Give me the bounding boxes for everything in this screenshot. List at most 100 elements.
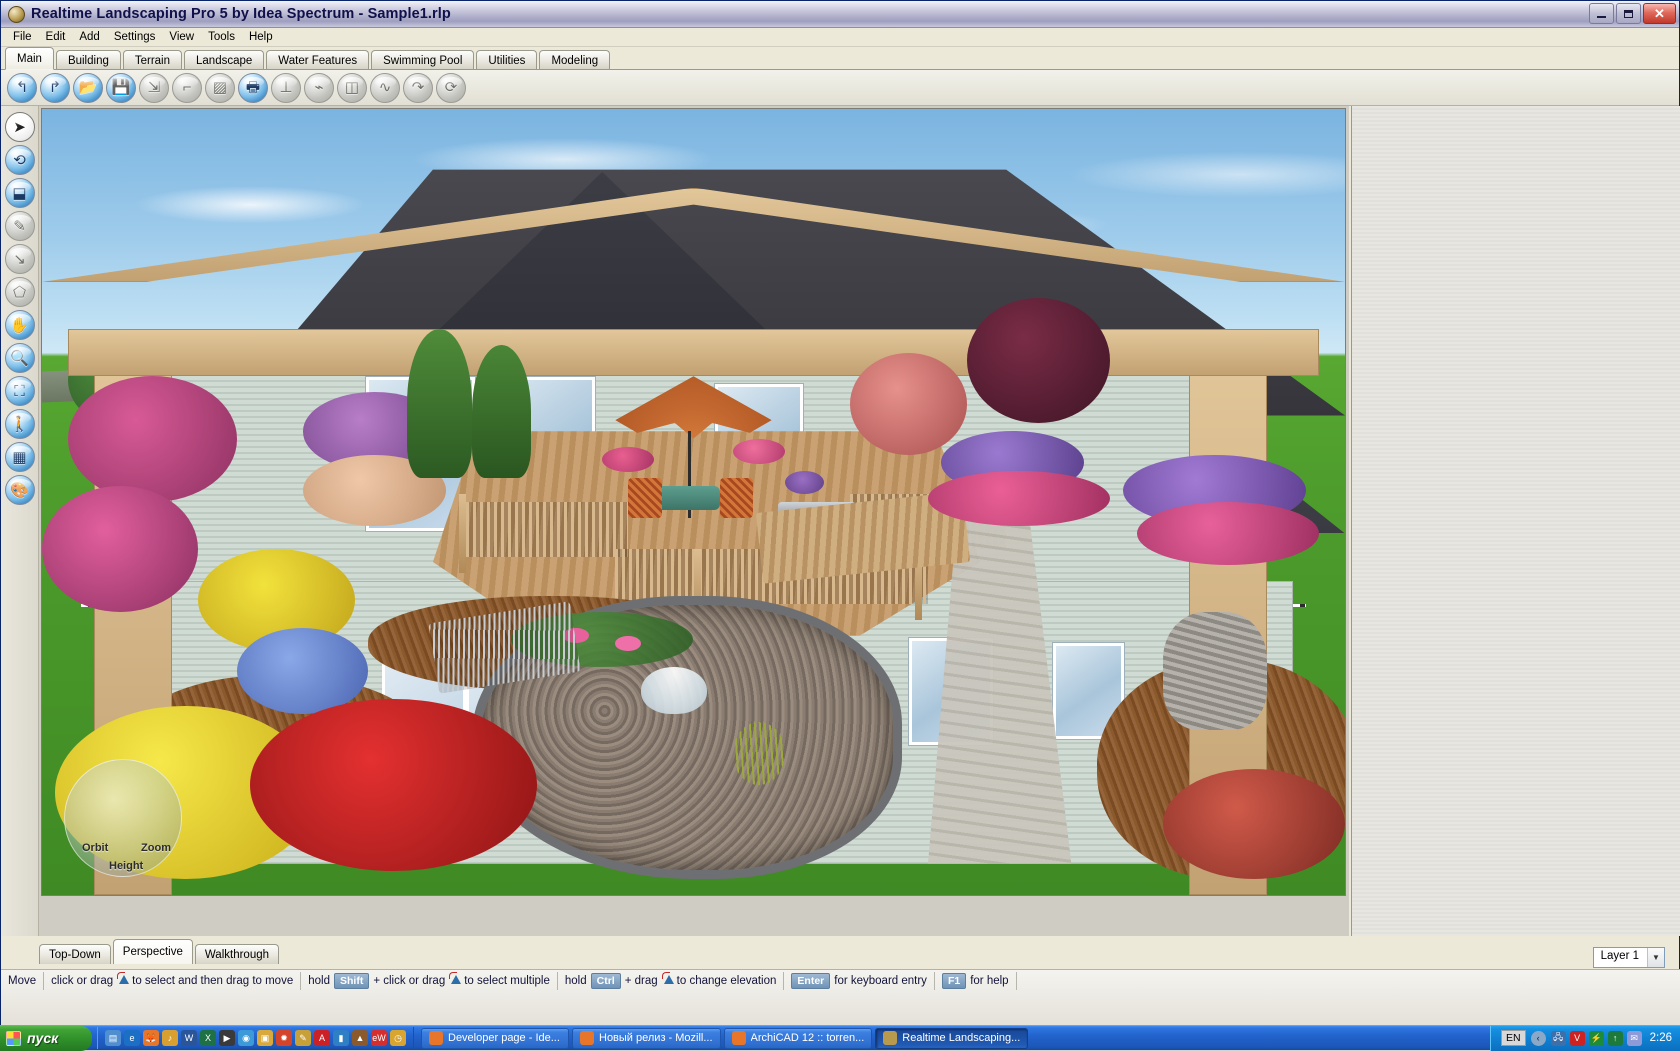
taskbar-clock[interactable]: 2:26 bbox=[1650, 1032, 1672, 1044]
eraser-tool-icon: ▨ bbox=[212, 79, 228, 96]
tab-swimming-pool[interactable]: Swimming Pool bbox=[371, 50, 475, 70]
acrobat-icon[interactable]: A bbox=[314, 1030, 330, 1046]
flower-planter bbox=[732, 439, 785, 465]
tab-utilities[interactable]: Utilities bbox=[476, 50, 538, 70]
eraser-tool-button: ▨ bbox=[205, 72, 235, 103]
undo-icon: ↰ bbox=[15, 79, 29, 96]
word-icon[interactable]: W bbox=[181, 1030, 197, 1046]
taskbar-button-label: Developer page - Ide... bbox=[448, 1032, 560, 1044]
print-icon: 🖶 bbox=[245, 79, 261, 96]
mouse-cursor-icon bbox=[449, 971, 462, 988]
ebay-icon[interactable]: eW bbox=[371, 1030, 387, 1046]
tab-modeling[interactable]: Modeling bbox=[539, 50, 611, 70]
winamp-icon[interactable]: ◉ bbox=[238, 1030, 254, 1046]
walk-navigate-button[interactable]: 🚶 bbox=[4, 409, 35, 439]
tab-landscape[interactable]: Landscape bbox=[184, 50, 265, 70]
menu-item-file[interactable]: File bbox=[6, 29, 39, 45]
network-icon[interactable]: 🖧 bbox=[1550, 1030, 1566, 1046]
picture-icon[interactable]: ▲ bbox=[352, 1030, 368, 1046]
menu-item-view[interactable]: View bbox=[162, 29, 201, 45]
close-button[interactable]: ✕ bbox=[1643, 3, 1676, 24]
patio-chair[interactable] bbox=[719, 478, 754, 518]
mirror-button: ◫ bbox=[337, 72, 367, 103]
view-tab-perspective[interactable]: Perspective bbox=[112, 939, 193, 964]
view-tab-top-down[interactable]: Top-Down bbox=[39, 944, 111, 964]
firefox-icon[interactable]: 🦊 bbox=[143, 1030, 159, 1046]
select-arrow-button[interactable]: ➤ bbox=[4, 112, 35, 142]
pond-fountain[interactable] bbox=[641, 667, 707, 715]
line-draw-button: ↘ bbox=[4, 244, 35, 274]
chevron-down-icon[interactable]: ▼ bbox=[1647, 948, 1664, 967]
rotate-view-button[interactable]: ⟲ bbox=[4, 145, 35, 175]
mail-icon[interactable]: ✉ bbox=[1626, 1030, 1642, 1046]
play-icon[interactable]: ▶ bbox=[219, 1030, 235, 1046]
patio-chair[interactable] bbox=[628, 478, 663, 518]
clock-icon[interactable]: ◷ bbox=[390, 1030, 406, 1046]
layer-dropdown[interactable]: Layer 1 ▼ bbox=[1592, 947, 1665, 968]
navigation-widget[interactable]: Orbit Zoom Height bbox=[64, 759, 182, 877]
key-cap-enter: Enter bbox=[791, 973, 831, 989]
undo-button[interactable]: ↰ bbox=[7, 72, 37, 103]
tab-main[interactable]: Main bbox=[5, 47, 54, 70]
tools-sidebar: ➤ ⟲ ⬓ ✎ ↘ ⬠ ✋ 🔍 ⛶ 🚶 ▦ 🎨 bbox=[1, 106, 39, 936]
menu-item-add[interactable]: Add bbox=[72, 29, 106, 45]
design-viewport-3d[interactable]: Orbit Zoom Height bbox=[41, 108, 1346, 896]
terrain-grid-icon: ▦ bbox=[12, 448, 27, 466]
tab-water-features[interactable]: Water Features bbox=[266, 50, 370, 70]
language-indicator[interactable]: EN bbox=[1501, 1030, 1526, 1046]
red-flower-bed bbox=[250, 698, 538, 872]
save-project-button[interactable]: 💾 bbox=[106, 72, 136, 103]
start-button[interactable]: пуск bbox=[0, 1025, 92, 1051]
menu-item-help[interactable]: Help bbox=[242, 29, 280, 45]
redo-button[interactable]: ↱ bbox=[40, 72, 70, 103]
taskbar-button[interactable]: Developer page - Ide... bbox=[421, 1027, 569, 1049]
status-hint-2: hold Ctrl + drag to change elevation bbox=[558, 971, 785, 990]
rotate-view-icon: ⟲ bbox=[13, 151, 26, 169]
updates-icon[interactable]: ↑ bbox=[1607, 1030, 1623, 1046]
patio-table[interactable] bbox=[654, 486, 720, 510]
taskbar-button[interactable]: ArchiCAD 12 :: torren... bbox=[723, 1027, 873, 1049]
app-globe-icon bbox=[883, 1031, 898, 1045]
internet-explorer-icon[interactable]: e bbox=[124, 1030, 140, 1046]
view-tab-walkthrough[interactable]: Walkthrough bbox=[194, 944, 280, 964]
hint-text: for help bbox=[970, 975, 1009, 987]
mouse-cursor-icon bbox=[661, 971, 674, 988]
show-desktop-icon[interactable]: ▤ bbox=[105, 1030, 121, 1046]
show-hidden-icons-icon[interactable]: ‹ bbox=[1530, 1030, 1546, 1046]
properties-panel bbox=[1351, 106, 1680, 936]
main-toolbar: ↰ ↱ 📂 💾 ⇲ ⌐ ▨ 🖶 ⊥ ⌁ ◫ ∿ ↷ ⟳ bbox=[1, 70, 1679, 106]
windows-flag-icon bbox=[6, 1030, 21, 1046]
scale-object-button[interactable]: ⬓ bbox=[4, 178, 35, 208]
antivirus-icon[interactable]: V bbox=[1569, 1030, 1585, 1046]
open-project-button[interactable]: 📂 bbox=[73, 72, 103, 103]
window-controls: ✕ bbox=[1589, 3, 1676, 24]
tab-terrain[interactable]: Terrain bbox=[122, 50, 183, 70]
blue-flower-bed bbox=[237, 627, 368, 715]
star-icon[interactable]: ✹ bbox=[276, 1030, 292, 1046]
minimize-button[interactable] bbox=[1589, 3, 1614, 24]
pencil-icon[interactable]: ✎ bbox=[295, 1030, 311, 1046]
print-button[interactable]: 🖶 bbox=[238, 72, 268, 103]
pan-hand-button[interactable]: ✋ bbox=[4, 310, 35, 340]
pink-flower-bed bbox=[928, 470, 1111, 526]
terrain-grid-button[interactable]: ▦ bbox=[4, 442, 35, 472]
folder-icon[interactable]: ▣ bbox=[257, 1030, 273, 1046]
material-paint-button[interactable]: 🎨 bbox=[4, 475, 35, 505]
zoom-region-button[interactable]: ⛶ bbox=[4, 376, 35, 406]
app-globe-icon bbox=[8, 5, 25, 23]
taskbar-button[interactable]: Новый релиз - Mozill... bbox=[572, 1027, 721, 1049]
purple-leaf-tree bbox=[967, 297, 1111, 424]
battery-icon[interactable]: ▮ bbox=[333, 1030, 349, 1046]
tab-building[interactable]: Building bbox=[55, 50, 121, 70]
freehand-draw-button: ✎ bbox=[4, 211, 35, 241]
menu-item-edit[interactable]: Edit bbox=[39, 29, 73, 45]
menu-item-tools[interactable]: Tools bbox=[201, 29, 242, 45]
zoom-magnifier-button[interactable]: 🔍 bbox=[4, 343, 35, 373]
coleus-bed bbox=[1162, 769, 1345, 880]
restore-button[interactable] bbox=[1616, 3, 1641, 24]
media-player-icon[interactable]: ♪ bbox=[162, 1030, 178, 1046]
taskbar-button[interactable]: Realtime Landscaping... bbox=[875, 1027, 1029, 1049]
excel-icon[interactable]: X bbox=[200, 1030, 216, 1046]
menu-item-settings[interactable]: Settings bbox=[107, 29, 163, 45]
power-icon[interactable]: ⚡ bbox=[1588, 1030, 1604, 1046]
